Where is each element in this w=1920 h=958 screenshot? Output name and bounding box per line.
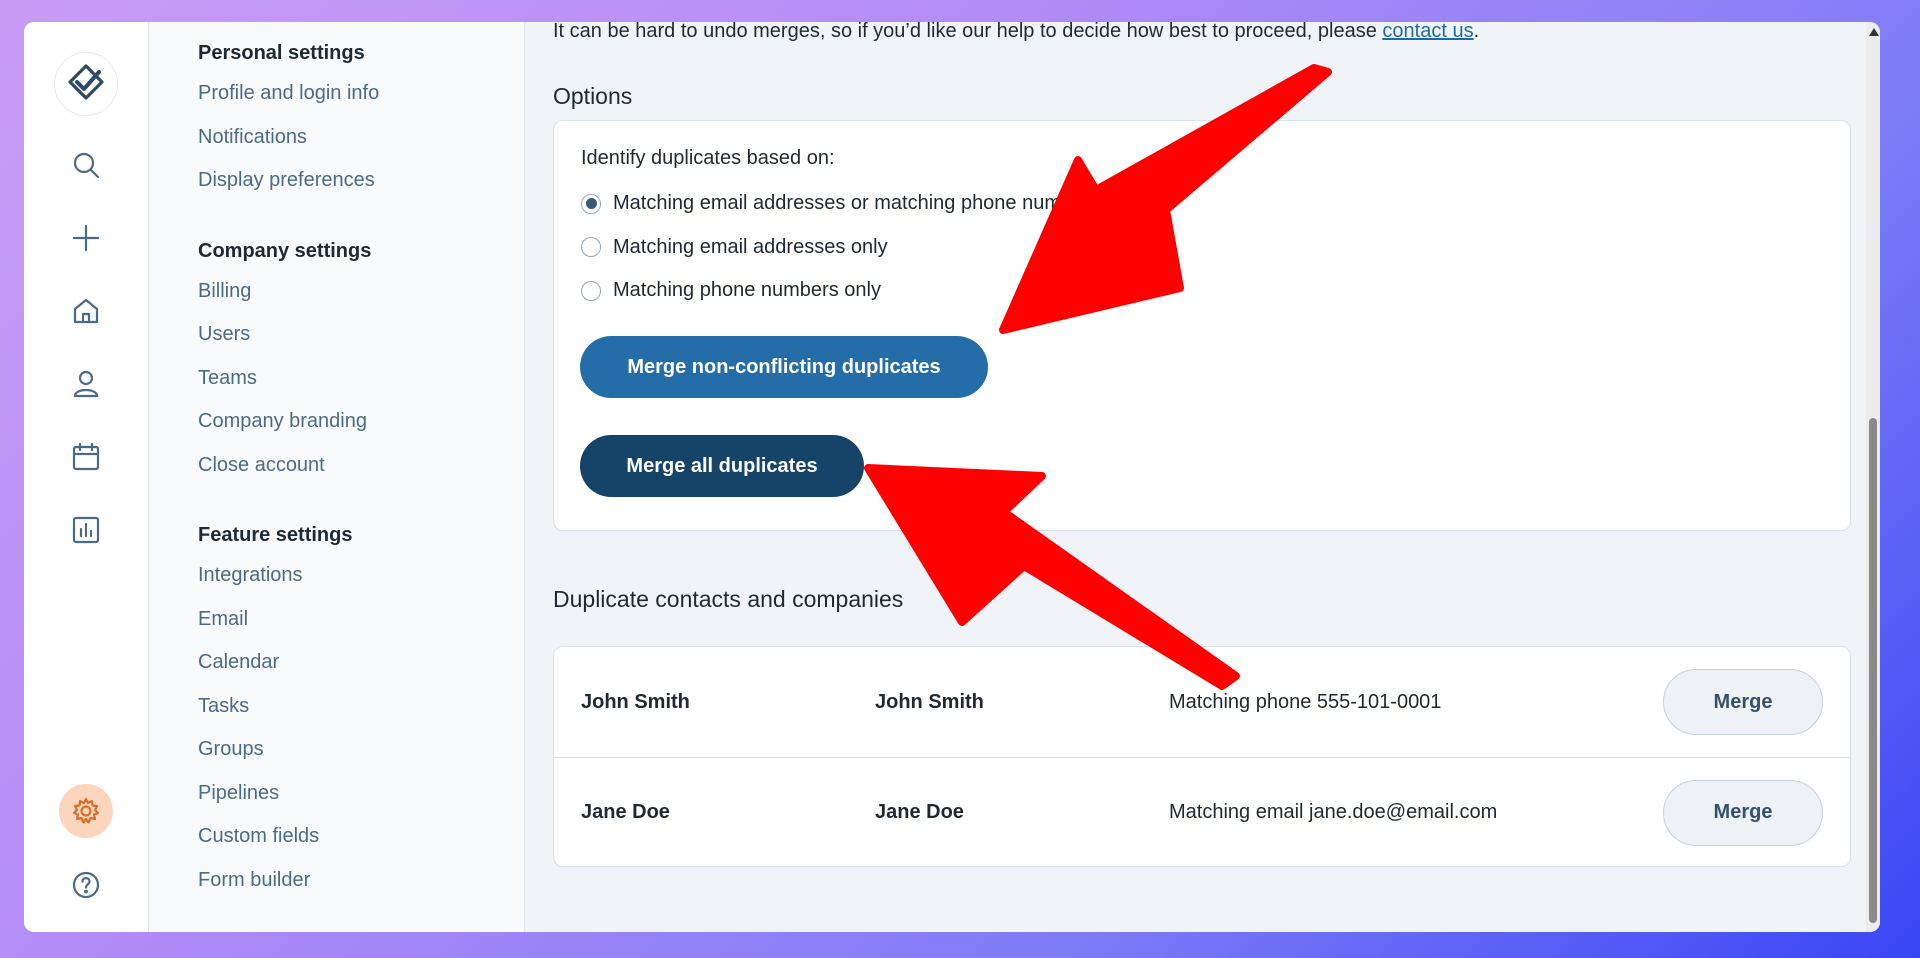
contact-a-name: Jane Doe: [581, 801, 670, 823]
settings-nav: Personal settings Profile and login info…: [149, 22, 525, 932]
table-row: Jane Doe Jane Doe Matching email jane.do…: [554, 757, 1850, 867]
radio-label: Matching email addresses only: [613, 235, 888, 258]
calendar-icon[interactable]: [61, 432, 111, 482]
scrollbar[interactable]: [1866, 22, 1880, 932]
merge-button[interactable]: Merge: [1663, 779, 1823, 846]
nav-item-profile[interactable]: Profile and login info: [198, 79, 524, 123]
nav-group-personal: Personal settings Profile and login info…: [198, 42, 524, 210]
nav-item-groups[interactable]: Groups: [198, 735, 524, 779]
gear-icon[interactable]: [59, 784, 113, 838]
nav-heading-feature: Feature settings: [198, 524, 353, 546]
nav-item-pipelines[interactable]: Pipelines: [198, 779, 524, 823]
nav-item-email[interactable]: Email: [198, 605, 524, 649]
logo-check-icon[interactable]: [54, 52, 118, 116]
nav-item-calendar[interactable]: Calendar: [198, 648, 524, 692]
intro-text: It can be hard to undo merges, so if you…: [553, 22, 1479, 43]
contact-b-name: Jane Doe: [875, 801, 964, 823]
home-icon[interactable]: [61, 286, 111, 336]
radio-email-only[interactable]: Matching email addresses only: [581, 226, 1823, 270]
contact-b-name: John Smith: [875, 690, 984, 713]
icon-rail: [24, 22, 149, 932]
nav-item-teams[interactable]: Teams: [198, 364, 524, 408]
radio-phone-only[interactable]: Matching phone numbers only: [581, 269, 1823, 313]
nav-item-notifications[interactable]: Notifications: [198, 123, 524, 167]
scroll-up-arrow-icon[interactable]: [1869, 28, 1879, 36]
merge-all-button[interactable]: Merge all duplicates: [580, 435, 864, 497]
nav-item-users[interactable]: Users: [198, 320, 524, 364]
app-window: Personal settings Profile and login info…: [24, 22, 1880, 932]
intro-message: It can be hard to undo merges, so if you…: [553, 22, 1383, 42]
nav-item-company-branding[interactable]: Company branding: [198, 407, 524, 451]
table-row: John Smith John Smith Matching phone 555…: [554, 647, 1850, 757]
options-title: Options: [553, 83, 633, 109]
nav-item-custom-fields[interactable]: Custom fields: [198, 822, 524, 866]
nav-heading-company: Company settings: [198, 239, 372, 262]
identify-label: Identify duplicates based on:: [581, 147, 835, 169]
radio-button[interactable]: [581, 280, 601, 301]
contact-a-name: John Smith: [581, 690, 690, 713]
nav-group-company: Company settings Billing Users Teams Com…: [198, 240, 524, 495]
nav-item-tasks[interactable]: Tasks: [198, 692, 524, 736]
radio-email-or-phone[interactable]: Matching email addresses or matching pho…: [581, 182, 1823, 226]
duplicates-title: Duplicate contacts and companies: [553, 586, 904, 612]
nav-group-feature: Feature settings Integrations Email Cale…: [198, 524, 524, 909]
scroll-thumb[interactable]: [1869, 418, 1877, 923]
search-icon[interactable]: [61, 140, 111, 190]
duplicates-card: John Smith John Smith Matching phone 555…: [553, 646, 1851, 867]
contact-us-link[interactable]: contact us: [1382, 22, 1473, 42]
nav-heading-personal: Personal settings: [198, 42, 365, 64]
radio-label: Matching phone numbers only: [613, 279, 881, 302]
match-reason: Matching phone 555-101-0001: [1169, 690, 1442, 713]
person-icon[interactable]: [61, 359, 111, 409]
nav-item-billing[interactable]: Billing: [198, 277, 524, 321]
radio-label: Matching email addresses or matching pho…: [613, 192, 1100, 215]
match-reason: Matching email jane.doe@email.com: [1169, 801, 1498, 823]
chart-icon[interactable]: [61, 505, 111, 555]
nav-item-display-preferences[interactable]: Display preferences: [198, 166, 524, 210]
radio-button-checked[interactable]: [581, 193, 601, 214]
merge-non-conflicting-button[interactable]: Merge non-conflicting duplicates: [580, 336, 988, 398]
plus-icon[interactable]: [61, 213, 111, 263]
nav-item-integrations[interactable]: Integrations: [198, 561, 524, 605]
intro-suffix: .: [1473, 22, 1480, 42]
merge-button[interactable]: Merge: [1663, 669, 1823, 735]
radio-button[interactable]: [581, 237, 601, 258]
help-icon[interactable]: [61, 860, 111, 910]
nav-item-form-builder[interactable]: Form builder: [198, 866, 524, 910]
nav-item-close-account[interactable]: Close account: [198, 451, 524, 495]
